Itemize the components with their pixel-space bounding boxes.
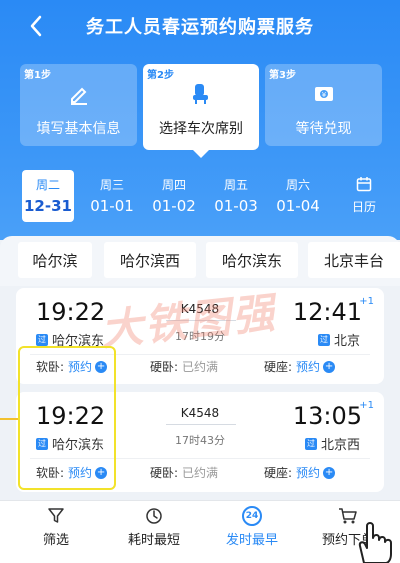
seat-hard-seat[interactable]: 硬座: 预约 + xyxy=(264,464,336,481)
date-tab-1[interactable]: 周三 01-01 xyxy=(86,170,138,222)
seat-status: 预约 xyxy=(68,466,93,480)
plus-icon: + xyxy=(95,360,108,373)
step-1-tag: 第1步 xyxy=(24,70,51,81)
date-weekday: 周六 xyxy=(285,178,310,192)
seat-icon xyxy=(189,82,213,106)
filter-button[interactable]: 筛选 xyxy=(6,501,106,563)
date-weekday: 周三 xyxy=(99,178,124,192)
svg-text:¥: ¥ xyxy=(321,91,326,99)
nav-bar: 务工人员春运预约购票服务 xyxy=(0,0,400,52)
date-tab-2[interactable]: 周四 01-02 xyxy=(148,170,200,222)
arrival-time: 13:05 xyxy=(292,402,362,430)
seat-status: 已约满 xyxy=(182,360,219,374)
arrival-station: 过 北京西 xyxy=(304,434,360,453)
day-offset: +1 xyxy=(359,400,374,411)
step-1-label: 填写基本信息 xyxy=(36,121,121,137)
pass-tag: 过 xyxy=(36,437,48,450)
highlight-guide-line xyxy=(0,418,18,420)
arrival-station-name: 北京西 xyxy=(320,438,360,453)
calendar-button[interactable]: 日历 xyxy=(338,170,390,222)
back-button[interactable] xyxy=(22,12,50,40)
date-weekday: 周四 xyxy=(161,178,186,192)
seat-row: 软卧: 预约 + 硬卧: 已约满 硬座: 预约 + xyxy=(16,464,384,488)
pass-tag: 过 xyxy=(317,333,330,346)
calendar-icon xyxy=(356,176,372,196)
seat-soft-sleeper[interactable]: 软卧: 预约 + xyxy=(36,464,108,481)
timer-icon xyxy=(104,505,204,527)
seat-name: 硬卧: xyxy=(150,466,179,480)
seat-name: 硬座: xyxy=(264,360,293,374)
bottom-toolbar: 筛选 耗时最短 24 发时最早 预约下单 xyxy=(0,500,400,563)
step-pointer xyxy=(193,150,209,158)
train-card[interactable]: 19:22 K4548 17时43分 13:05 +1 过 哈尔滨东 过 北京西… xyxy=(16,392,384,492)
seat-name: 硬卧: xyxy=(150,360,179,374)
date-value: 01-04 xyxy=(276,197,320,215)
clock-24-icon: 24 xyxy=(202,505,302,527)
seat-status: 预约 xyxy=(296,360,321,374)
sort-shortest-label: 耗时最短 xyxy=(127,533,180,548)
seat-name: 软卧: xyxy=(36,466,65,480)
step-2: 第2步 选择车次席别 xyxy=(143,64,259,158)
step-2-tag: 第2步 xyxy=(147,70,174,81)
station-chip[interactable]: 哈尔滨 xyxy=(18,242,92,278)
date-tab-4[interactable]: 周六 01-04 xyxy=(272,170,324,222)
seat-soft-sleeper[interactable]: 软卧: 预约 + xyxy=(36,358,108,375)
date-value: 01-03 xyxy=(214,197,258,215)
seat-row: 软卧: 预约 + 硬卧: 已约满 硬座: 预约 + xyxy=(16,358,384,382)
filter-label: 筛选 xyxy=(42,533,69,548)
chevron-left-icon xyxy=(30,15,42,37)
filter-icon xyxy=(6,505,106,527)
pointing-hand-icon xyxy=(350,520,398,563)
departure-station-name: 哈尔滨东 xyxy=(52,438,105,453)
departure-station-name: 哈尔滨东 xyxy=(52,334,105,349)
station-chip[interactable]: 北京丰台 xyxy=(308,242,400,278)
sort-earliest-button[interactable]: 24 发时最早 xyxy=(202,501,302,563)
seat-hard-sleeper: 硬卧: 已约满 xyxy=(150,464,218,481)
divider xyxy=(30,354,370,355)
station-chip[interactable]: 哈尔滨东 xyxy=(206,242,298,278)
pass-tag: 过 xyxy=(36,333,48,346)
date-value: 01-01 xyxy=(90,197,134,215)
date-value: 12-31 xyxy=(24,197,72,215)
day-offset: +1 xyxy=(359,296,374,307)
date-tab-3[interactable]: 周五 01-03 xyxy=(210,170,262,222)
divider xyxy=(30,458,370,459)
sort-earliest-label: 发时最早 xyxy=(225,533,278,548)
seat-status: 预约 xyxy=(68,360,93,374)
date-selector: 周二 12-31 周三 01-01 周四 01-02 周五 01-03 周六 0… xyxy=(0,170,400,226)
plus-icon: + xyxy=(323,360,336,373)
date-value: 01-02 xyxy=(152,197,196,215)
station-filter: 哈尔滨 哈尔滨西 哈尔滨东 北京丰台 xyxy=(0,236,400,286)
sort-shortest-button[interactable]: 耗时最短 xyxy=(104,501,204,563)
step-1: 第1步 填写基本信息 xyxy=(20,64,137,146)
redeem-icon: ¥ xyxy=(312,82,336,106)
station-chip[interactable]: 哈尔滨西 xyxy=(104,242,196,278)
arrival-station-name: 北京 xyxy=(333,334,360,349)
seat-status: 预约 xyxy=(296,466,321,480)
page-title: 务工人员春运预约购票服务 xyxy=(86,17,314,38)
step-3-tag: 第3步 xyxy=(269,70,296,81)
step-2-label: 选择车次席别 xyxy=(159,121,243,137)
route-line xyxy=(166,424,236,425)
clock-24-badge: 24 xyxy=(242,506,262,526)
step-3: 第3步 ¥ 等待兑现 xyxy=(265,64,382,146)
seat-hard-sleeper: 硬卧: 已约满 xyxy=(150,358,218,375)
pencil-icon xyxy=(67,82,91,106)
date-weekday: 周二 xyxy=(35,178,60,192)
calendar-label: 日历 xyxy=(351,200,376,214)
seat-hard-seat[interactable]: 硬座: 预约 + xyxy=(264,358,336,375)
plus-icon: + xyxy=(323,466,336,479)
step-3-label: 等待兑现 xyxy=(295,121,352,137)
step-indicator: 第1步 填写基本信息 第2步 选择车次席别 第3步 ¥ 等待兑现 xyxy=(20,64,382,158)
seat-status: 已约满 xyxy=(182,466,219,480)
seat-name: 硬座: xyxy=(264,466,293,480)
plus-icon: + xyxy=(95,466,108,479)
pass-tag: 过 xyxy=(304,437,317,450)
date-tab-0[interactable]: 周二 12-31 xyxy=(22,170,74,222)
seat-name: 软卧: xyxy=(36,360,65,374)
departure-station: 过 哈尔滨东 xyxy=(36,330,104,349)
date-weekday: 周五 xyxy=(223,178,248,192)
departure-station: 过 哈尔滨东 xyxy=(36,434,104,453)
arrival-station: 过 北京 xyxy=(317,330,360,349)
